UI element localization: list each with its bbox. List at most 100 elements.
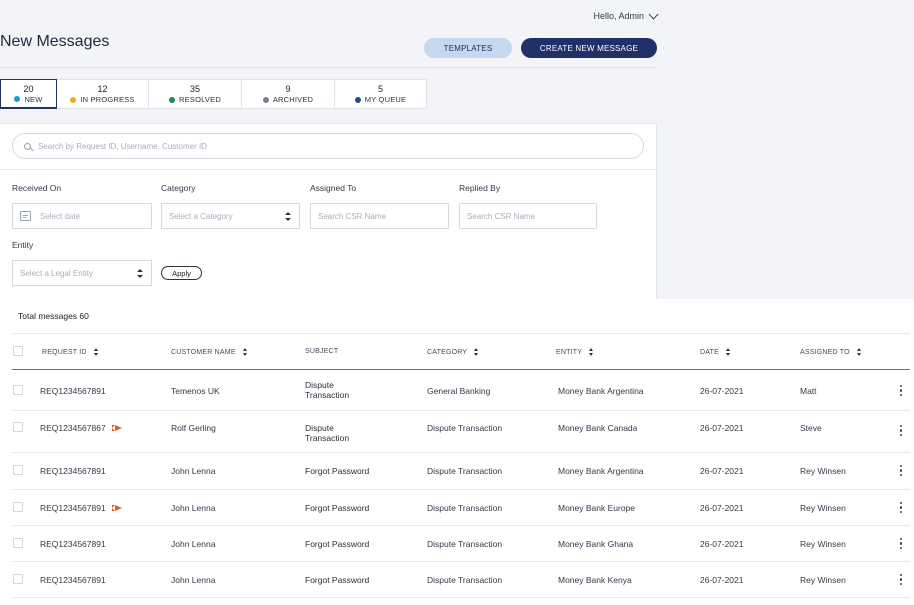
subject-cell: Forgot Password <box>305 466 369 476</box>
col-category[interactable]: CATEGORY <box>427 348 479 356</box>
tab-archived[interactable]: 9 ARCHIVED <box>242 79 335 109</box>
more-options-icon[interactable] <box>900 425 903 436</box>
entity-select[interactable]: Select a Legal Entity <box>12 260 152 286</box>
status-dot-icon <box>70 96 77 103</box>
col-customer-name[interactable]: CUSTOMER NAME <box>171 348 248 356</box>
more-options-icon[interactable] <box>900 385 903 396</box>
divider <box>12 410 910 411</box>
status-dot-icon <box>354 96 361 103</box>
total-messages: Total messages 60 <box>18 311 89 321</box>
row-checkbox[interactable] <box>13 538 23 548</box>
select-all-checkbox[interactable] <box>13 346 23 356</box>
filter-panel: Received On Category Select a Category A… <box>0 123 657 299</box>
more-options-icon[interactable] <box>900 574 903 585</box>
row-checkbox[interactable] <box>13 502 23 512</box>
replied-by-field[interactable] <box>459 203 597 229</box>
subject-line: Dispute <box>305 423 334 433</box>
request-id-cell[interactable]: REQ1234567891 <box>40 466 106 476</box>
assigned-cell: Rey Winsen <box>800 466 846 476</box>
replied-by-input[interactable] <box>467 211 596 221</box>
status-dot-icon <box>14 96 21 102</box>
date-cell: 26-07-2021 <box>700 386 744 396</box>
subject-line: Dispute <box>305 380 334 390</box>
row-checkbox[interactable] <box>13 465 23 475</box>
tab-resolved[interactable]: 35 RESOLVED <box>149 79 242 109</box>
col-label: ASSIGNED TO <box>800 348 850 356</box>
assigned-cell: Matt <box>800 386 817 396</box>
date-cell: 26-07-2021 <box>700 539 744 549</box>
templates-button[interactable]: TEMPLATES <box>424 38 512 58</box>
col-date[interactable]: DATE <box>700 348 731 356</box>
top-bar: Hello, Admin New Messages TEMPLATES CREA… <box>0 0 914 80</box>
tab-label: NEW <box>24 94 43 104</box>
sort-icon <box>242 348 248 356</box>
more-options-icon[interactable] <box>900 502 903 513</box>
user-menu[interactable]: Hello, Admin <box>593 9 659 21</box>
subject-cell: Dispute Transaction <box>305 423 349 443</box>
received-on-input[interactable] <box>40 211 151 221</box>
divider <box>12 525 910 526</box>
search-box[interactable] <box>12 133 644 159</box>
request-id-cell[interactable]: REQ1234567891 <box>40 539 106 549</box>
tab-count: 12 <box>97 84 108 94</box>
search-input[interactable] <box>38 141 618 151</box>
divider <box>0 67 657 68</box>
status-dot-icon <box>262 96 269 103</box>
tab-my-queue[interactable]: 5 MY QUEUE <box>335 79 427 109</box>
assigned-to-field[interactable] <box>310 203 449 229</box>
customer-cell: Rolf Gerling <box>171 423 216 433</box>
tab-count: 9 <box>285 84 291 94</box>
date-cell: 26-07-2021 <box>700 466 744 476</box>
tab-count: 20 <box>23 83 34 94</box>
customer-cell: John Lenna <box>171 466 216 476</box>
row-checkbox[interactable] <box>13 574 23 584</box>
sort-icon <box>474 348 479 356</box>
assigned-cell: Rey Winsen <box>800 539 846 549</box>
customer-cell: Temenos UK <box>171 386 220 396</box>
tab-label: IN PROGRESS <box>80 95 135 104</box>
category-select[interactable]: Select a Category <box>161 203 300 229</box>
request-id-cell[interactable]: REQ1234567891 <box>40 575 106 585</box>
entity-select-value: Select a Legal Entity <box>20 268 93 278</box>
assigned-to-input[interactable] <box>318 211 448 221</box>
sort-icon <box>725 348 731 356</box>
request-id-cell[interactable]: REQ1234567891 <box>40 503 122 513</box>
row-checkbox[interactable] <box>13 385 23 395</box>
received-on-date-picker[interactable] <box>12 203 152 229</box>
priority-flag-icon <box>111 425 122 432</box>
request-id: REQ1234567867 <box>40 423 106 433</box>
col-entity[interactable]: ENTITY <box>556 348 594 356</box>
assigned-to-label: Assigned To <box>310 183 357 193</box>
date-cell: 26-07-2021 <box>700 575 744 585</box>
tab-new[interactable]: 20 NEW <box>0 79 57 109</box>
search-icon <box>24 142 31 150</box>
col-request-id[interactable]: REQUEST ID <box>42 348 99 356</box>
request-id-cell[interactable]: REQ1234567891 <box>40 386 106 396</box>
entity-cell: Money Bank Ghana <box>558 539 634 549</box>
tab-in-progress[interactable]: 12 IN PROGRESS <box>57 79 149 109</box>
tab-label: ARCHIVED <box>272 95 314 104</box>
category-cell: Dispute Transaction <box>427 503 503 513</box>
customer-cell: John Lenna <box>171 503 216 513</box>
more-options-icon[interactable] <box>900 465 903 476</box>
divider <box>12 489 910 490</box>
select-arrows-icon <box>285 212 291 221</box>
row-checkbox[interactable] <box>13 422 23 432</box>
more-options-icon[interactable] <box>900 538 903 549</box>
col-assigned-to[interactable]: ASSIGNED TO <box>800 348 862 356</box>
calendar-icon <box>20 211 31 221</box>
col-label: DATE <box>700 348 719 356</box>
create-new-message-button[interactable]: CREATE NEW MESSAGE <box>521 38 657 58</box>
entity-cell: Money Bank Argentina <box>558 386 644 396</box>
request-id-cell[interactable]: REQ1234567867 <box>40 423 122 433</box>
header-divider <box>12 369 910 370</box>
category-select-value: Select a Category <box>169 211 233 221</box>
customer-cell: John Lenna <box>171 575 216 585</box>
subject-cell: Forgot Password <box>305 539 369 549</box>
apply-button[interactable]: Apply <box>161 266 202 280</box>
divider <box>0 169 656 170</box>
status-dot-icon <box>169 96 176 103</box>
subject-line: Forgot Password <box>305 466 370 476</box>
sort-icon <box>856 348 862 356</box>
col-label: REQUEST ID <box>42 348 87 356</box>
